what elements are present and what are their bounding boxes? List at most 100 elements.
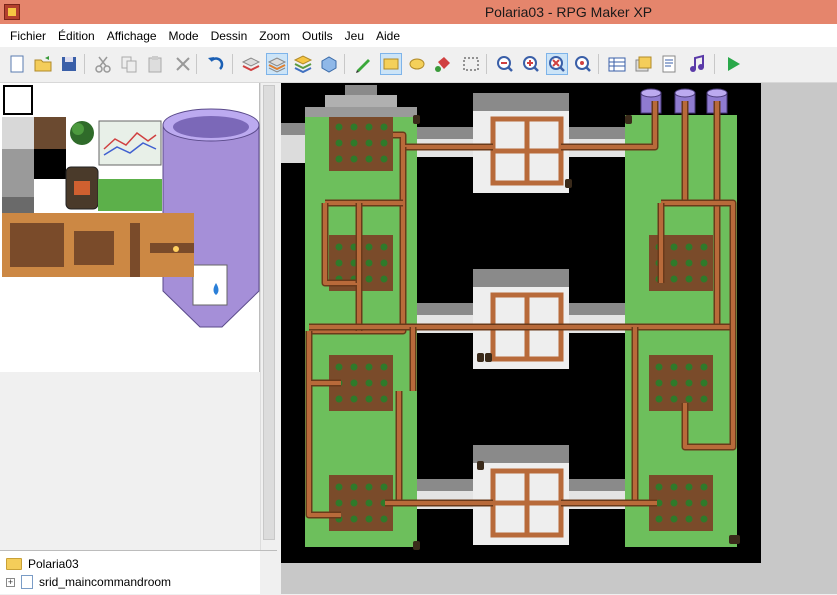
tree-map-row[interactable]: + srid_maincommandroom [6,573,171,591]
crop-plant [670,395,678,403]
map-editor[interactable] [281,83,837,594]
menu-fichier[interactable]: Fichier [4,29,52,43]
ellipse-icon [409,58,425,70]
crop-plant [670,499,678,507]
save-icon [62,57,76,71]
crop-plant [670,379,678,387]
crop-plant [380,243,388,251]
crop-plant [700,243,708,251]
menu-mode[interactable]: Mode [163,29,205,43]
mini-tank-top [674,88,696,98]
building-roof [473,445,569,463]
select-icon [463,57,479,71]
sound-test-icon [690,54,704,72]
tree-project-label: Polaria03 [28,557,79,571]
toolbar-separator [714,54,715,74]
save-button[interactable] [58,53,80,75]
delete-button[interactable] [172,53,194,75]
zoom-1-button[interactable] [494,53,516,75]
zoom-8-button[interactable] [572,53,594,75]
script-editor-button[interactable] [658,53,680,75]
crop-plant [685,499,693,507]
menu-outils[interactable]: Outils [296,29,339,43]
crop-plant [685,379,693,387]
ellipse-button[interactable] [406,53,428,75]
menu-aide[interactable]: Aide [370,29,406,43]
crop-plant [350,155,358,163]
database-button[interactable] [606,53,628,75]
crop-plant [655,379,663,387]
crop-plant [365,123,373,131]
mini-tank-top [640,88,662,98]
menu-jeu[interactable]: Jeu [339,29,370,43]
building-wing-roof [417,127,473,139]
pencil-button[interactable] [352,53,374,75]
crop-plant [380,259,388,267]
roof-left-top [325,95,397,107]
fill-button[interactable] [432,53,454,75]
building-roof [473,93,569,111]
zoom-4-button[interactable] [546,53,568,75]
crop-plant [365,243,373,251]
open-button[interactable] [32,53,54,75]
layer3-button[interactable] [292,53,314,75]
crop-plant [350,379,358,387]
crop-plant [700,259,708,267]
crop-plant [365,515,373,523]
folder-icon [6,558,22,570]
barrel-tile [65,166,99,210]
open-icon [34,56,52,72]
paste-button[interactable] [144,53,166,75]
tree-project-row[interactable]: Polaria03 [6,555,79,573]
crop-plant [335,123,343,131]
sound-test-button[interactable] [686,53,708,75]
monitor-chart-tile [98,120,162,166]
title-bar: Polaria03 - RPG Maker XP [0,0,837,24]
crop-plant [335,483,343,491]
tileset-panel[interactable] [0,83,260,372]
map-icon [21,575,33,589]
menu-edition[interactable]: Édition [52,29,101,43]
tile-selection-cursor [3,85,33,115]
materials-button[interactable] [632,53,654,75]
rectangle-button[interactable] [380,53,402,75]
zoom-2-button[interactable] [520,53,542,75]
events-layer-button[interactable] [318,53,340,75]
tileset-graphic[interactable] [0,83,260,372]
crop-plant [335,243,343,251]
menu-dessin[interactable]: Dessin [205,29,254,43]
barrel [477,461,484,470]
zoom-2-icon [523,56,539,72]
menu-affichage[interactable]: Affichage [101,29,163,43]
playtest-button[interactable] [722,53,744,75]
script-editor-icon [662,55,676,73]
toolbar-separator [598,54,599,74]
mini-tank-top [706,88,728,98]
crop-plant [670,243,678,251]
crop-plant [365,395,373,403]
roof-left-peak [345,85,377,95]
crop-plant [365,499,373,507]
delete-icon [176,57,190,71]
toolbar-separator [196,54,197,74]
paste-icon [148,56,162,73]
map-canvas[interactable] [281,83,837,594]
crop-plant [380,155,388,163]
select-button[interactable] [460,53,482,75]
tree-scrollbar[interactable] [260,551,277,595]
toolbar-separator [344,54,345,74]
barrel [477,353,484,362]
expand-icon[interactable]: + [6,577,15,587]
new-button[interactable] [6,53,28,75]
layer1-button[interactable] [240,53,262,75]
crop-plant [365,139,373,147]
tileset-scrollbar[interactable] [260,83,277,550]
undo-button[interactable] [204,53,226,75]
layer2-button[interactable] [266,53,288,75]
crop-plant [685,275,693,283]
copy-button[interactable] [118,53,140,75]
menu-zoom[interactable]: Zoom [253,29,296,43]
cut-button[interactable] [92,53,114,75]
crop-plant [380,515,388,523]
crop-plant [685,515,693,523]
